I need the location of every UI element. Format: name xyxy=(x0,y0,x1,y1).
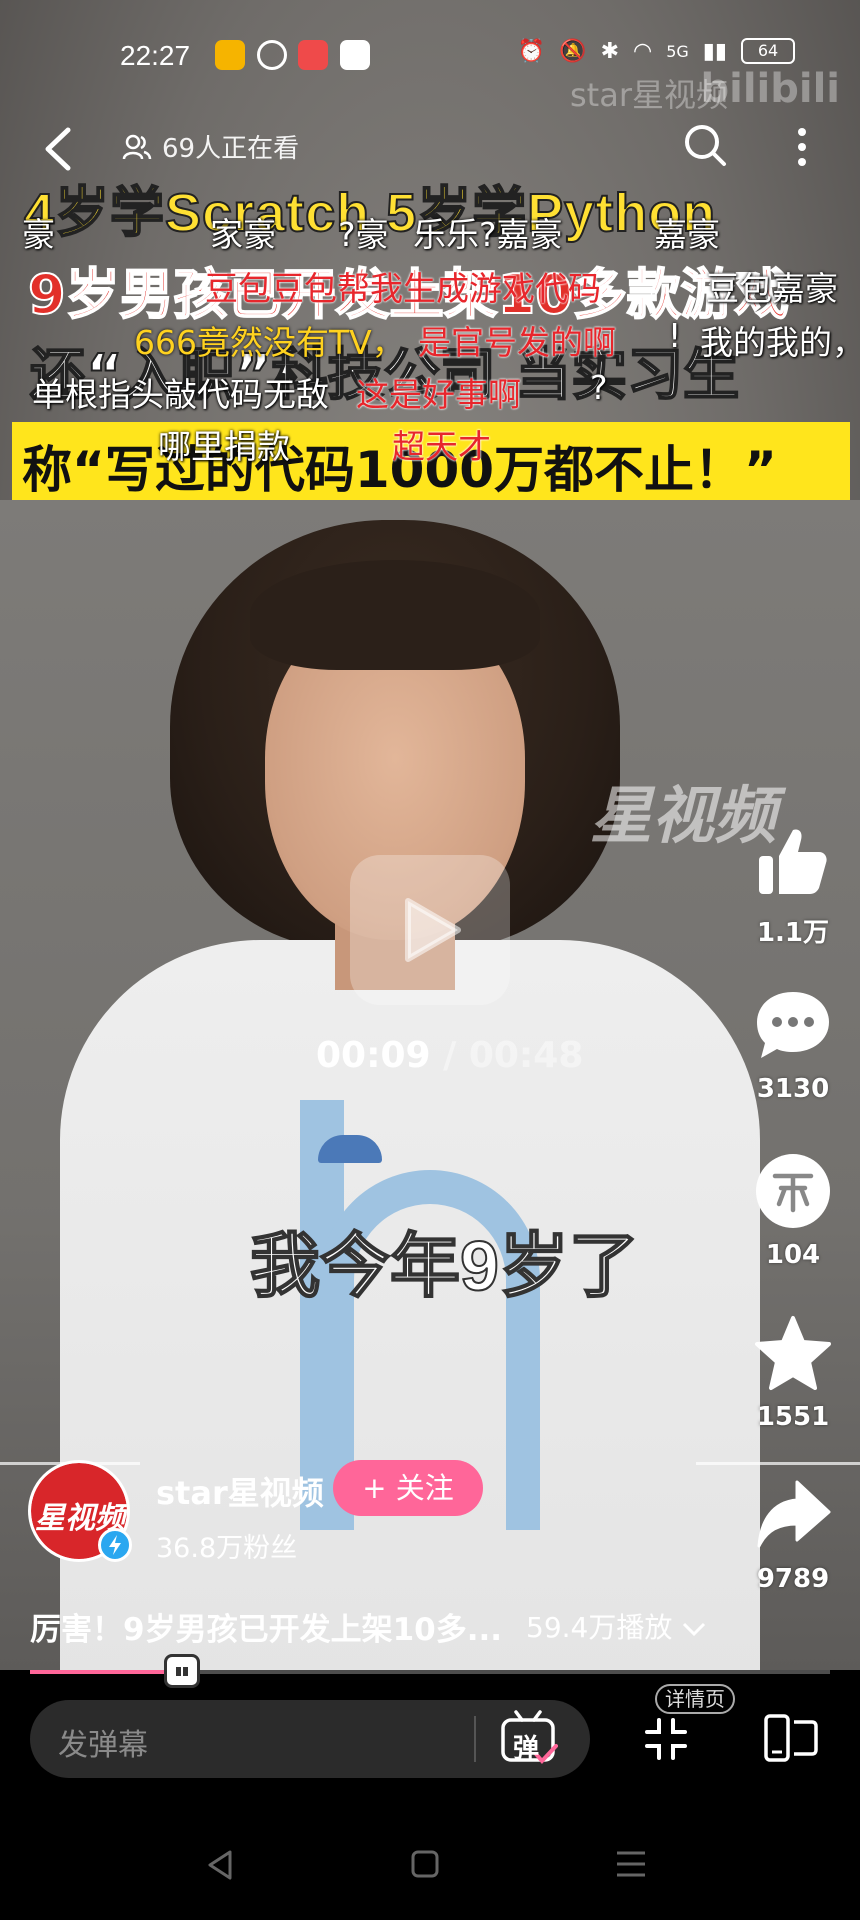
video-subtitle: 我今年9岁了 xyxy=(249,1226,640,1306)
fan-count: 36.8万粉丝 xyxy=(156,1533,298,1564)
wifi-icon: ◠ xyxy=(633,38,653,64)
viewers-icon xyxy=(122,134,152,159)
progress-fill xyxy=(30,1670,182,1674)
weibo-icon xyxy=(215,40,245,70)
favorite-button[interactable]: 1551 xyxy=(748,1314,838,1432)
signal-icon: ▮▮ xyxy=(702,38,727,64)
viewer-count: 69人正在看 xyxy=(122,128,299,165)
portrait-mode-icon[interactable] xyxy=(762,1712,820,1764)
danmaku-item: 这是好事啊 xyxy=(356,375,521,414)
mail-app-icon xyxy=(340,40,370,70)
danmaku-toggle-label: 弹 xyxy=(513,1734,540,1764)
mute-icon: 🔕 xyxy=(559,38,587,64)
like-button[interactable]: 1.1万 xyxy=(748,822,838,949)
bluetooth-icon: ✱ xyxy=(600,38,619,64)
input-divider xyxy=(474,1716,476,1762)
system-icons: ⏰ 🔕 ✱ ◠ 5G ▮▮ 64 xyxy=(518,38,795,64)
danmaku-item: 豆包豆包帮我生成游戏代码 xyxy=(205,269,601,308)
video-timecode: 00:09 / 00:48 xyxy=(316,1035,583,1076)
thumbs-up-icon xyxy=(759,829,827,894)
bilibili-watermark: bilibili xyxy=(700,66,840,112)
danmaku-item: 单根指头敲代码无敌 xyxy=(32,375,329,414)
danmaku-placeholder: 发弹幕 xyxy=(58,1728,148,1763)
danmaku-item: 家豪 xyxy=(210,215,276,254)
wechat-icon xyxy=(257,40,287,70)
chevron-down-icon xyxy=(683,1622,706,1637)
danmaku-item: ! xyxy=(668,316,682,355)
danmaku-item: ?豪 xyxy=(338,215,389,254)
danmaku-item: ? xyxy=(590,368,608,407)
nav-menu-icon[interactable] xyxy=(614,1848,648,1880)
danmaku-item: 666竟然没有TV， xyxy=(134,323,405,362)
danmaku-item: 豪 xyxy=(22,215,55,254)
viewer-count-text: 69人正在看 xyxy=(162,134,300,164)
share-icon xyxy=(757,1480,831,1548)
network-label: 5G xyxy=(666,41,689,61)
like-count: 1.1万 xyxy=(756,918,830,948)
coin-count: 104 xyxy=(765,1240,821,1270)
danmaku-toggle[interactable]: 弹 xyxy=(500,1708,558,1768)
progress-knob[interactable] xyxy=(164,1654,200,1688)
danmaku-item: 哪里捐款 xyxy=(158,427,290,466)
status-bar: 22:27 star星视频 bilibili ⏰ 🔕 ✱ ◠ 5G ▮▮ 64 xyxy=(0,30,860,114)
exit-fullscreen-icon[interactable] xyxy=(643,1716,689,1762)
author-name[interactable]: star星视频 xyxy=(156,1468,324,1514)
comment-count: 3130 xyxy=(756,1074,830,1104)
video-subject-fringe xyxy=(250,560,540,670)
play-count-text: 59.4万播放 xyxy=(526,1611,673,1644)
danmaku-item: 是官号发的啊 xyxy=(418,323,616,362)
comment-button[interactable]: 3130 xyxy=(748,988,838,1104)
battery-icon: 64 xyxy=(741,38,795,64)
verified-badge-icon xyxy=(98,1528,132,1562)
nav-back-icon[interactable] xyxy=(204,1848,236,1882)
share-count: 9789 xyxy=(756,1564,830,1594)
danmaku-item: 超天才 xyxy=(392,427,491,466)
comment-icon xyxy=(757,992,829,1058)
danmaku-item: 乐乐?嘉豪 xyxy=(413,215,563,254)
play-button[interactable] xyxy=(350,855,510,1005)
play-count[interactable]: 59.4万播放 xyxy=(526,1606,707,1646)
nav-home-icon[interactable] xyxy=(410,1848,440,1880)
search-icon[interactable] xyxy=(680,120,730,170)
video-title[interactable]: 厉害！9岁男孩已开发上架10多... xyxy=(30,1604,502,1649)
danmaku-item: 我的我的， xyxy=(700,323,860,362)
play-icon xyxy=(405,898,461,962)
video-app-icon xyxy=(298,40,328,70)
alarm-icon: ⏰ xyxy=(517,38,546,64)
favorite-count: 1551 xyxy=(756,1402,830,1432)
share-button[interactable]: 9789 xyxy=(748,1476,838,1594)
coin-icon xyxy=(756,1154,830,1228)
time-separator: / xyxy=(430,1035,469,1076)
details-page-tag[interactable]: 详情页 xyxy=(655,1684,735,1714)
follow-button[interactable]: + 关注 xyxy=(333,1460,483,1516)
total-time: 00:48 xyxy=(468,1035,584,1076)
coin-button[interactable]: 104 xyxy=(748,1152,838,1270)
danmaku-item: 豆包嘉豪 xyxy=(706,269,838,308)
danmaku-item: 嘉豪 xyxy=(654,215,720,254)
more-icon[interactable] xyxy=(790,122,814,172)
divider-right xyxy=(696,1462,860,1465)
back-icon[interactable] xyxy=(38,124,82,174)
current-time: 00:09 xyxy=(316,1035,431,1076)
status-time: 22:27 xyxy=(120,40,191,71)
star-icon xyxy=(755,1316,831,1390)
